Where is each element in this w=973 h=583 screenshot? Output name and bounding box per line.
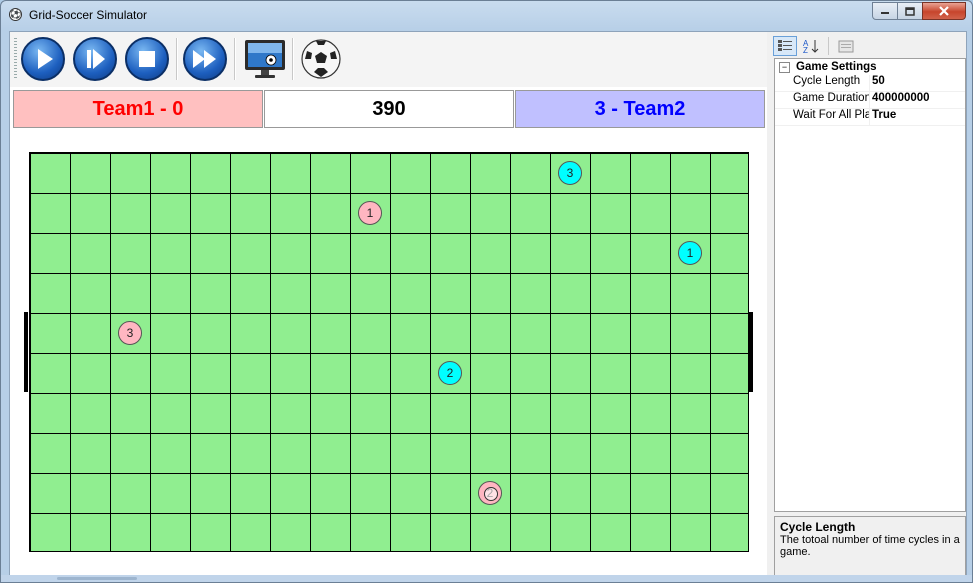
toolbar bbox=[10, 32, 767, 87]
soccer-ball-button[interactable] bbox=[296, 34, 346, 84]
app-soccer-icon: ⚽ bbox=[9, 8, 22, 21]
stop-icon bbox=[125, 37, 169, 81]
property-description-pane: Cycle Length The totoal number of time c… bbox=[774, 516, 966, 576]
team2-score: 3 - Team2 bbox=[515, 90, 765, 128]
monitor-icon bbox=[245, 40, 285, 78]
alphabetical-view-button[interactable]: AZ bbox=[799, 36, 823, 56]
window-bottom-border bbox=[1, 575, 972, 582]
toolbar-separator bbox=[292, 38, 294, 80]
property-pages-button[interactable] bbox=[834, 36, 858, 56]
property-toolbar: AZ bbox=[773, 36, 858, 58]
close-icon bbox=[939, 6, 949, 16]
property-value[interactable]: 400000000 bbox=[870, 92, 930, 108]
categorized-view-button[interactable] bbox=[773, 36, 797, 56]
fast-forward-icon bbox=[183, 37, 227, 81]
categorized-icon bbox=[778, 40, 792, 51]
main-window: ⚽ Grid-Soccer Simulator Team1 - 0 390 3 … bbox=[0, 0, 973, 583]
field-area: 3 1 1 3 2 2 bbox=[10, 132, 767, 576]
maximize-button[interactable] bbox=[897, 2, 923, 20]
title-bar: ⚽ Grid-Soccer Simulator bbox=[1, 1, 972, 29]
collapse-icon[interactable]: − bbox=[779, 61, 790, 73]
team1-player-1: 1 bbox=[358, 201, 382, 225]
team2-player-2: 2 bbox=[438, 361, 462, 385]
property-value[interactable]: True bbox=[870, 109, 896, 125]
property-name: Wait For All Players bbox=[775, 109, 870, 125]
property-row-game-duration[interactable]: Game Duration 400000000 bbox=[775, 92, 965, 109]
maximize-icon bbox=[905, 6, 915, 16]
soccer-pitch-grid[interactable]: 3 1 1 3 2 2 bbox=[29, 152, 749, 552]
minimize-button[interactable] bbox=[872, 2, 898, 20]
property-row-wait-for-all-players[interactable]: Wait For All Players True bbox=[775, 109, 965, 126]
client-area: Team1 - 0 390 3 - Team2 3 1 1 3 2 2 AZ bbox=[9, 31, 967, 577]
description-text: The totoal number of time cycles in a ga… bbox=[780, 534, 960, 558]
game-panel: Team1 - 0 390 3 - Team2 3 1 1 3 2 2 bbox=[10, 32, 767, 576]
toolbar-separator bbox=[176, 38, 178, 80]
window-title: Grid-Soccer Simulator bbox=[29, 8, 148, 22]
right-goal bbox=[749, 312, 753, 392]
category-label: Game Settings bbox=[796, 61, 877, 73]
toolbar-separator bbox=[234, 38, 236, 80]
property-row-cycle-length[interactable]: Cycle Length 50 bbox=[775, 75, 965, 92]
close-button[interactable] bbox=[922, 2, 966, 20]
ball-icon bbox=[484, 487, 498, 501]
step-button[interactable] bbox=[70, 34, 120, 84]
sort-az-icon: AZ bbox=[803, 39, 819, 54]
svg-text:Z: Z bbox=[803, 46, 808, 54]
monitor-button[interactable] bbox=[240, 34, 290, 84]
window-controls bbox=[872, 2, 966, 20]
property-name: Cycle Length bbox=[775, 75, 870, 91]
minimize-icon bbox=[881, 12, 889, 14]
fast-forward-button[interactable] bbox=[180, 34, 230, 84]
description-title: Cycle Length bbox=[780, 520, 856, 534]
category-game-settings[interactable]: − Game Settings bbox=[775, 59, 965, 75]
stop-button[interactable] bbox=[122, 34, 172, 84]
left-goal bbox=[24, 312, 28, 392]
properties-panel: AZ − Game Settings Cycle Length 50 Game … bbox=[773, 32, 966, 576]
team1-player-3: 3 bbox=[118, 321, 142, 345]
property-grid: − Game Settings Cycle Length 50 Game Dur… bbox=[774, 58, 966, 512]
team2-player-1: 1 bbox=[678, 241, 702, 265]
play-button[interactable] bbox=[18, 34, 68, 84]
step-icon bbox=[73, 37, 117, 81]
scoreboard: Team1 - 0 390 3 - Team2 bbox=[13, 90, 765, 130]
property-name: Game Duration bbox=[775, 92, 870, 108]
toolbar-grip[interactable] bbox=[14, 38, 17, 80]
team1-player-2: 2 bbox=[478, 481, 502, 505]
property-pages-icon bbox=[838, 40, 854, 53]
property-value[interactable]: 50 bbox=[870, 75, 885, 91]
soccer-ball-icon bbox=[301, 39, 341, 79]
team1-score: Team1 - 0 bbox=[13, 90, 263, 128]
team2-player-3: 3 bbox=[558, 161, 582, 185]
play-icon bbox=[21, 37, 65, 81]
cycle-counter: 390 bbox=[264, 90, 514, 128]
